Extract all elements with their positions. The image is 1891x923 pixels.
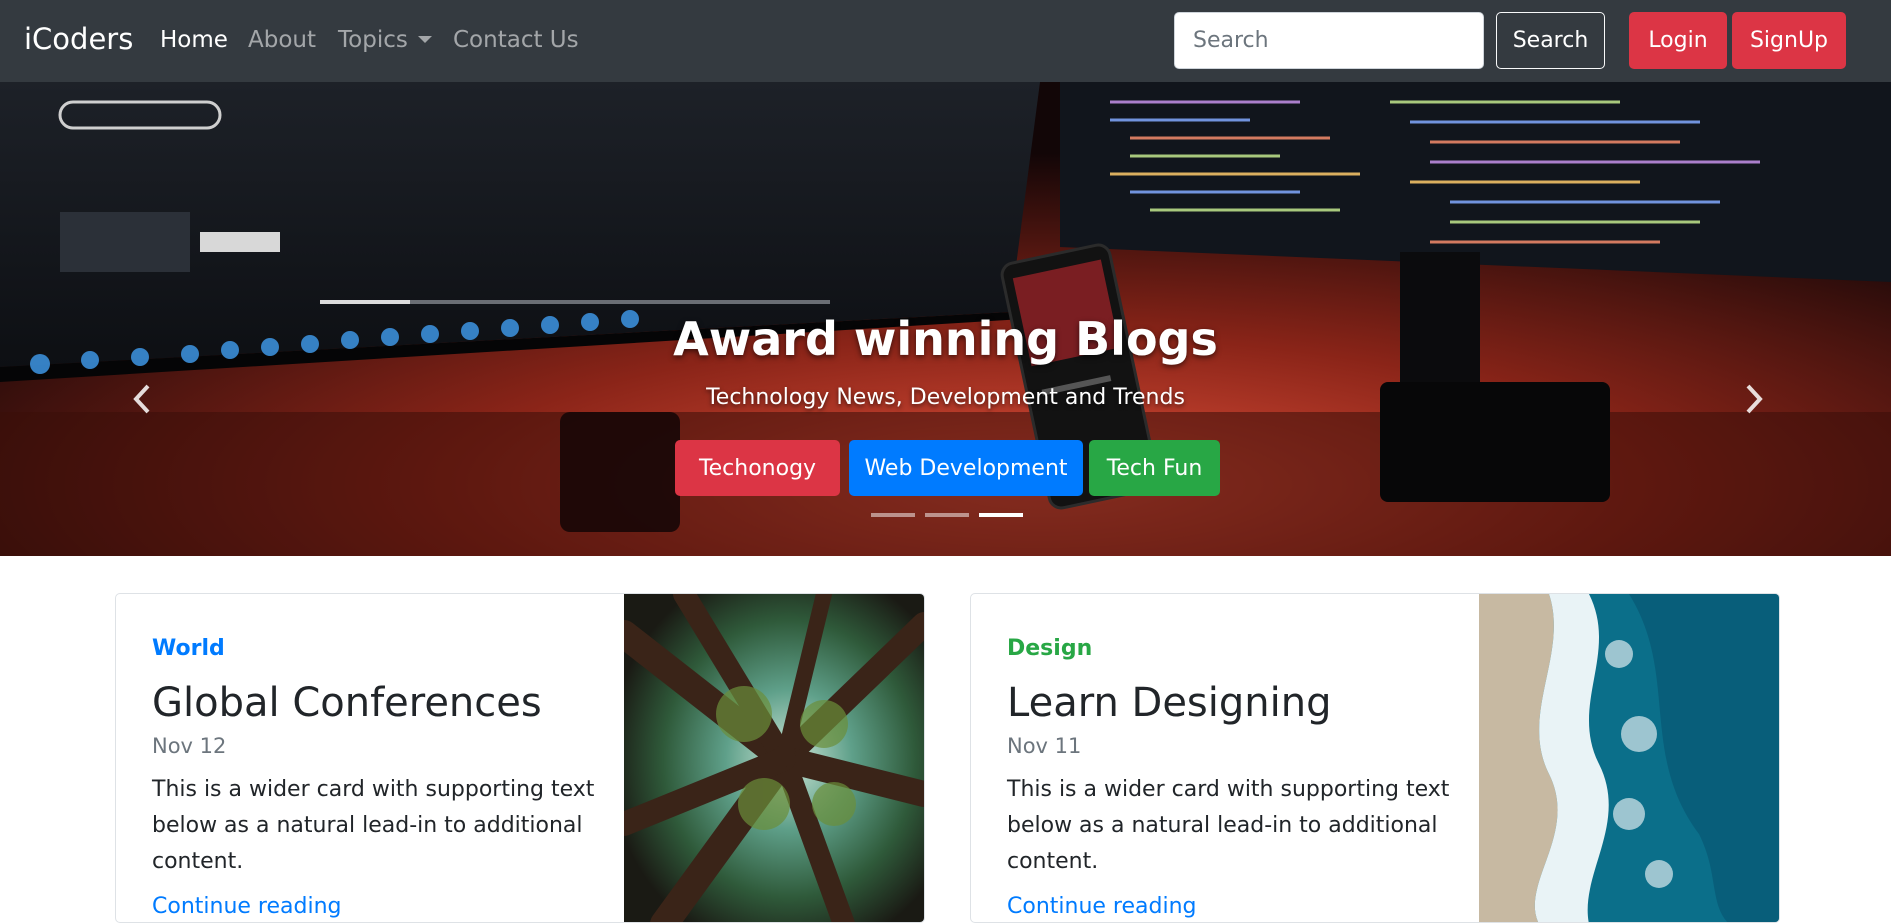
card-continue-reading-link[interactable]: Continue reading — [1007, 894, 1196, 919]
forest-canopy-image — [624, 594, 924, 922]
card-text: This is a wider card with supporting tex… — [152, 777, 595, 874]
card-continue-reading-link[interactable]: Continue reading — [152, 894, 341, 919]
nav-topics-dropdown[interactable]: Topics — [338, 27, 432, 53]
carousel-subtitle: Technology News, Development and Trends — [706, 385, 1185, 410]
nav-contact[interactable]: Contact Us — [453, 27, 579, 53]
top-navbar: iCoders Home About Topics Contact Us Sea… — [0, 0, 1891, 82]
card-text: This is a wider card with supporting tex… — [1007, 777, 1450, 874]
hero-carousel: Award winning Blogs Technology News, Dev… — [0, 82, 1891, 556]
blog-card-design: Design Learn Designing Nov 11 This is a … — [970, 593, 1780, 923]
carousel-indicator-3[interactable] — [979, 513, 1023, 517]
nav-topics-label: Topics — [338, 27, 408, 53]
carousel-indicator-2[interactable] — [925, 513, 969, 517]
web-development-button[interactable]: Web Development — [849, 440, 1083, 496]
blog-card-world: World Global Conferences Nov 12 This is … — [115, 593, 925, 923]
technology-button[interactable]: Techonogy — [675, 440, 840, 496]
nav-home[interactable]: Home — [160, 27, 228, 53]
card-category: Design — [1007, 636, 1093, 661]
brand-logo[interactable]: iCoders — [24, 22, 133, 56]
card-title: Learn Designing — [1007, 680, 1332, 726]
card-date: Nov 11 — [1007, 734, 1082, 758]
signup-button[interactable]: SignUp — [1732, 12, 1846, 69]
card-title: Global Conferences — [152, 680, 542, 726]
search-input[interactable] — [1174, 12, 1484, 69]
card-category: World — [152, 636, 225, 661]
ocean-waves-image — [1479, 594, 1779, 922]
tech-fun-button[interactable]: Tech Fun — [1089, 440, 1220, 496]
card-date: Nov 12 — [152, 734, 227, 758]
search-button[interactable]: Search — [1496, 12, 1605, 69]
carousel-title: Award winning Blogs — [673, 312, 1218, 366]
carousel-indicator-1[interactable] — [871, 513, 915, 517]
nav-about[interactable]: About — [248, 27, 316, 53]
chevron-down-icon — [417, 36, 432, 43]
login-button[interactable]: Login — [1629, 12, 1727, 69]
